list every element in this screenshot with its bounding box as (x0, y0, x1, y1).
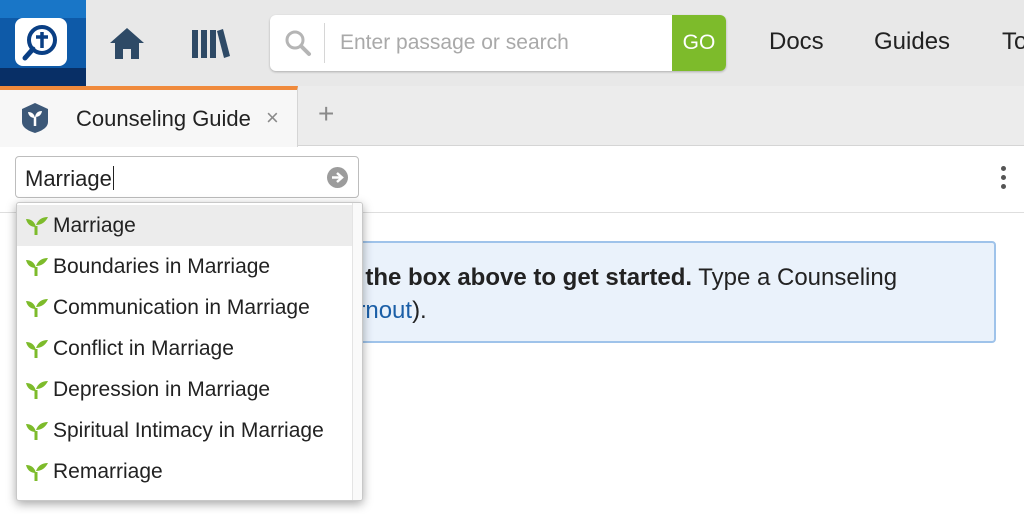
tab-bar: Counseling Guide × + (0, 86, 1024, 147)
nav-docs[interactable]: Docs (769, 28, 824, 56)
suggestion-label: Communication in Marriage (53, 296, 310, 319)
suggestion-item[interactable]: Boundaries in Marriage (17, 246, 353, 287)
app-logo[interactable] (0, 0, 86, 86)
home-icon (110, 28, 144, 59)
tab-counseling-guide[interactable]: Counseling Guide × (0, 86, 298, 147)
sprout-icon (26, 299, 48, 317)
top-bar: GO Docs Guides To (0, 0, 1024, 86)
suggestion-label: Boundaries in Marriage (53, 255, 271, 278)
dropdown-scrollbar[interactable] (352, 203, 362, 500)
suggestion-item[interactable]: Conflict in Marriage (17, 328, 353, 369)
getting-started-panel: n the box above to get started. Type a C… (342, 241, 996, 343)
magnifier-icon (285, 30, 311, 56)
sprout-icon (26, 463, 48, 481)
suggestion-label: Spiritual Intimacy in Marriage (53, 419, 324, 442)
sprout-icon (26, 381, 48, 399)
suggestion-item[interactable]: Spiritual Intimacy in Marriage (17, 410, 353, 451)
arrow-circle-icon[interactable] (327, 167, 348, 188)
sprout-icon (26, 258, 48, 276)
info-text: Type a Counseling (692, 264, 898, 291)
search-divider (324, 23, 325, 63)
info-text-end: ). (412, 297, 427, 324)
sprout-icon (26, 422, 48, 440)
sprout-icon (26, 340, 48, 358)
tab-label: Counseling Guide (76, 106, 251, 131)
passage-search-input[interactable] (340, 15, 670, 71)
suggestion-item[interactable]: Communication in Marriage (17, 287, 353, 328)
library-books-icon (192, 29, 230, 58)
tab-close-icon[interactable]: × (266, 105, 279, 131)
shield-sprout-icon (22, 103, 48, 133)
library-button[interactable] (188, 24, 232, 64)
logo-stripe-top (0, 0, 86, 18)
text-caret (112, 166, 114, 190)
suggestion-item[interactable]: Marriage (17, 205, 353, 246)
guide-search-value: Marriage (25, 166, 114, 191)
nav-guides[interactable]: Guides (874, 28, 950, 56)
suggestion-item[interactable]: Remarriage (17, 451, 353, 492)
logos-search-cross-icon (15, 18, 67, 66)
home-button[interactable] (106, 24, 148, 64)
logo-stripe-bottom (0, 68, 86, 86)
nav-tools[interactable]: To (1002, 28, 1024, 56)
passage-search-box: GO (270, 15, 726, 71)
suggestion-label: Depression in Marriage (53, 378, 271, 401)
info-bold-text: n the box above to get started. (344, 264, 693, 291)
vertical-ellipsis-icon[interactable] (999, 166, 1007, 194)
suggestion-item[interactable]: Depression in Marriage (17, 369, 353, 410)
guide-suggestions-dropdown: Marriage Boundaries in Marriage Communic… (16, 202, 363, 501)
suggestion-label: Conflict in Marriage (53, 337, 234, 360)
guide-search-input[interactable]: Marriage (15, 156, 359, 198)
suggestion-label: Marriage (53, 214, 136, 237)
suggestion-label: Remarriage (53, 460, 163, 483)
sprout-icon (26, 217, 48, 235)
go-button[interactable]: GO (672, 15, 726, 71)
info-line-1: n the box above to get started. Type a C… (344, 264, 897, 292)
add-tab-icon[interactable]: + (318, 100, 334, 128)
